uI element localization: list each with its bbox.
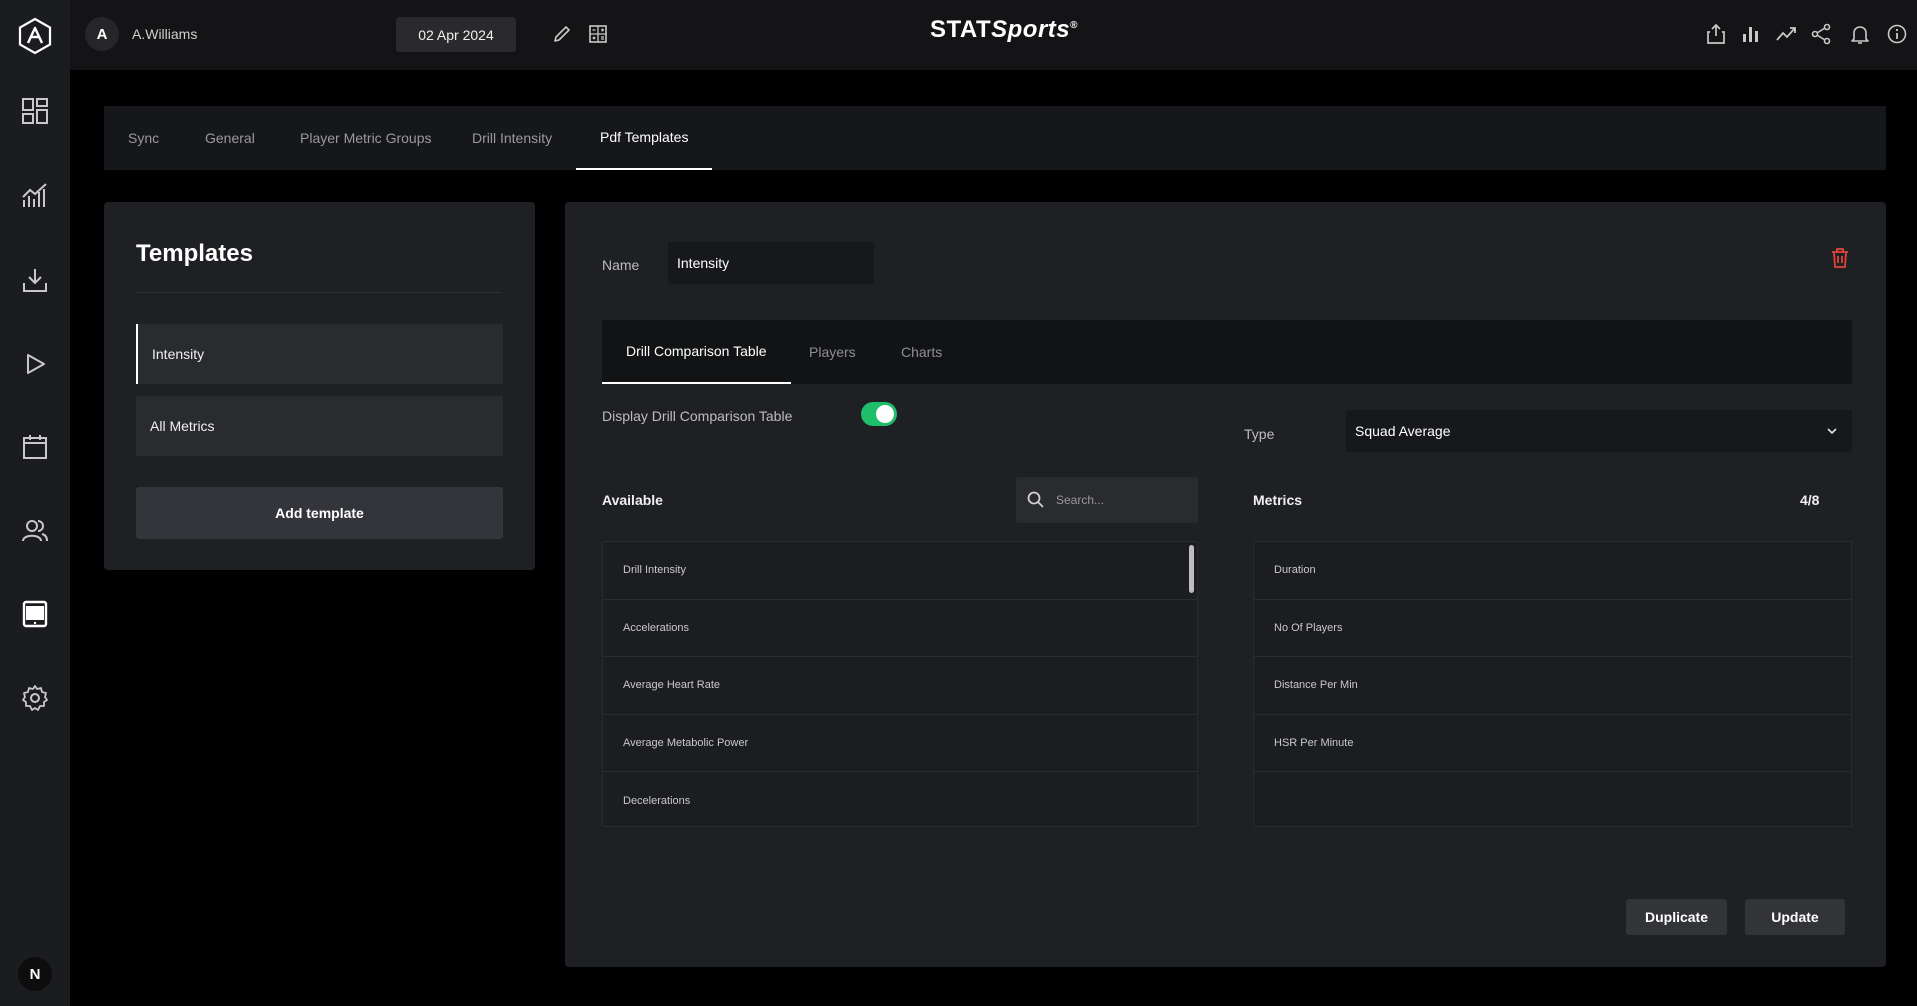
export-icon[interactable] bbox=[1702, 20, 1730, 48]
tab-sync[interactable]: Sync bbox=[128, 106, 159, 170]
trend-icon[interactable] bbox=[1772, 20, 1800, 48]
add-template-button[interactable]: Add template bbox=[136, 487, 503, 539]
tab-drill-comparison-table[interactable]: Drill Comparison Table bbox=[602, 320, 791, 384]
settings-tabs: Sync General Player Metric Groups Drill … bbox=[104, 106, 1886, 170]
tab-players[interactable]: Players bbox=[809, 320, 856, 384]
template-item-all-metrics[interactable]: All Metrics bbox=[136, 396, 503, 456]
template-name-input[interactable] bbox=[668, 242, 874, 284]
calculator-icon[interactable] bbox=[584, 20, 612, 48]
tablet-icon[interactable] bbox=[19, 598, 51, 630]
avatar[interactable]: A bbox=[85, 17, 119, 51]
play-icon[interactable] bbox=[19, 348, 51, 380]
templates-panel: Templates Intensity All Metrics Add temp… bbox=[104, 202, 535, 570]
pencil-icon[interactable] bbox=[548, 20, 576, 48]
type-label: Type bbox=[1244, 426, 1275, 442]
metrics-label: Metrics bbox=[1253, 492, 1303, 508]
list-item[interactable]: Decelerations bbox=[603, 772, 1197, 826]
type-select-value: Squad Average bbox=[1355, 423, 1451, 439]
tab-pdf-templates[interactable]: Pdf Templates bbox=[576, 106, 713, 170]
template-item-intensity[interactable]: Intensity bbox=[136, 324, 503, 384]
team-icon[interactable] bbox=[19, 515, 51, 547]
username: A.Williams bbox=[132, 26, 198, 42]
selected-metrics-list: Duration No Of Players Distance Per Min … bbox=[1253, 541, 1852, 827]
tab-drill-intensity[interactable]: Drill Intensity bbox=[472, 106, 552, 170]
analytics-icon[interactable] bbox=[19, 180, 51, 212]
brand-logo: STATSports® bbox=[930, 16, 1078, 43]
share-icon[interactable] bbox=[1807, 20, 1835, 48]
list-item[interactable]: Average Heart Rate bbox=[603, 657, 1197, 715]
info-icon[interactable] bbox=[1883, 20, 1911, 48]
top-bar: A A.Williams 02 Apr 2024 STATSports® bbox=[70, 0, 1917, 70]
list-item[interactable]: Distance Per Min bbox=[1254, 657, 1851, 715]
available-list: Drill Intensity Accelerations Average He… bbox=[602, 541, 1198, 827]
nav-rail: N bbox=[0, 0, 70, 1006]
tab-general[interactable]: General bbox=[205, 106, 255, 170]
search-input[interactable] bbox=[1056, 490, 1186, 510]
dashboard-icon[interactable] bbox=[19, 95, 51, 127]
calendar-icon[interactable] bbox=[19, 431, 51, 463]
tab-charts[interactable]: Charts bbox=[901, 320, 942, 384]
display-table-toggle[interactable] bbox=[861, 402, 897, 426]
list-item[interactable]: Average Metabolic Power bbox=[603, 715, 1197, 772]
app-logo-icon[interactable] bbox=[15, 16, 55, 56]
download-icon[interactable] bbox=[19, 264, 51, 296]
duplicate-button[interactable]: Duplicate bbox=[1626, 899, 1727, 935]
workspace-badge[interactable]: N bbox=[18, 957, 52, 991]
list-item[interactable]: Duration bbox=[1254, 542, 1851, 600]
editor-tabs: Drill Comparison Table Players Charts bbox=[602, 320, 1852, 384]
bell-icon[interactable] bbox=[1846, 20, 1874, 48]
list-item[interactable]: Accelerations bbox=[603, 600, 1197, 657]
display-table-label: Display Drill Comparison Table bbox=[602, 408, 793, 424]
trash-icon[interactable] bbox=[1828, 246, 1852, 270]
list-item[interactable]: HSR Per Minute bbox=[1254, 715, 1851, 772]
date-picker[interactable]: 02 Apr 2024 bbox=[396, 17, 516, 52]
tab-player-metric-groups[interactable]: Player Metric Groups bbox=[300, 106, 431, 170]
scrollbar[interactable] bbox=[1189, 545, 1194, 593]
divider bbox=[136, 292, 501, 293]
type-select[interactable]: Squad Average bbox=[1346, 410, 1852, 452]
list-item[interactable]: Drill Intensity bbox=[603, 542, 1197, 600]
templates-title: Templates bbox=[136, 240, 253, 267]
search-icon bbox=[1027, 491, 1044, 508]
bar-chart-icon[interactable] bbox=[1737, 20, 1765, 48]
chevron-down-icon bbox=[1827, 428, 1837, 435]
list-item[interactable]: No Of Players bbox=[1254, 600, 1851, 657]
metrics-count: 4/8 bbox=[1800, 492, 1820, 508]
search-box bbox=[1016, 477, 1198, 523]
settings-icon[interactable] bbox=[19, 682, 51, 714]
update-button[interactable]: Update bbox=[1745, 899, 1845, 935]
available-label: Available bbox=[602, 492, 663, 508]
template-editor: Name Drill Comparison Table Players Char… bbox=[565, 202, 1886, 967]
name-label: Name bbox=[602, 257, 640, 273]
